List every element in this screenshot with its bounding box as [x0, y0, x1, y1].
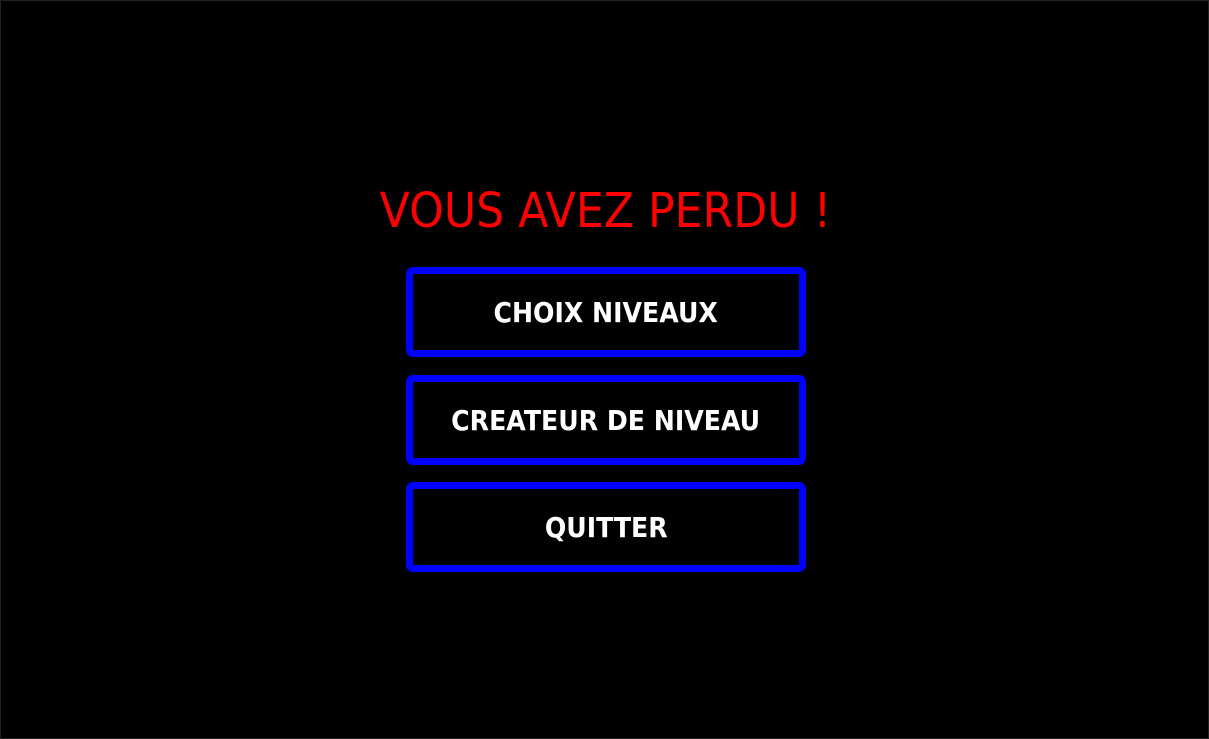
- level-select-button[interactable]: CHOIX NIVEAUX: [406, 267, 806, 357]
- quit-button-label: QUITTER: [544, 510, 668, 544]
- level-editor-button-label: CREATEUR DE NIVEAU: [451, 403, 761, 437]
- level-select-button-label: CHOIX NIVEAUX: [493, 295, 719, 329]
- quit-button[interactable]: QUITTER: [406, 482, 806, 572]
- game-over-title: VOUS AVEZ PERDU !: [379, 183, 832, 239]
- level-editor-button[interactable]: CREATEUR DE NIVEAU: [406, 375, 806, 465]
- game-over-screen: VOUS AVEZ PERDU ! CHOIX NIVEAUX CREATEUR…: [0, 0, 1209, 739]
